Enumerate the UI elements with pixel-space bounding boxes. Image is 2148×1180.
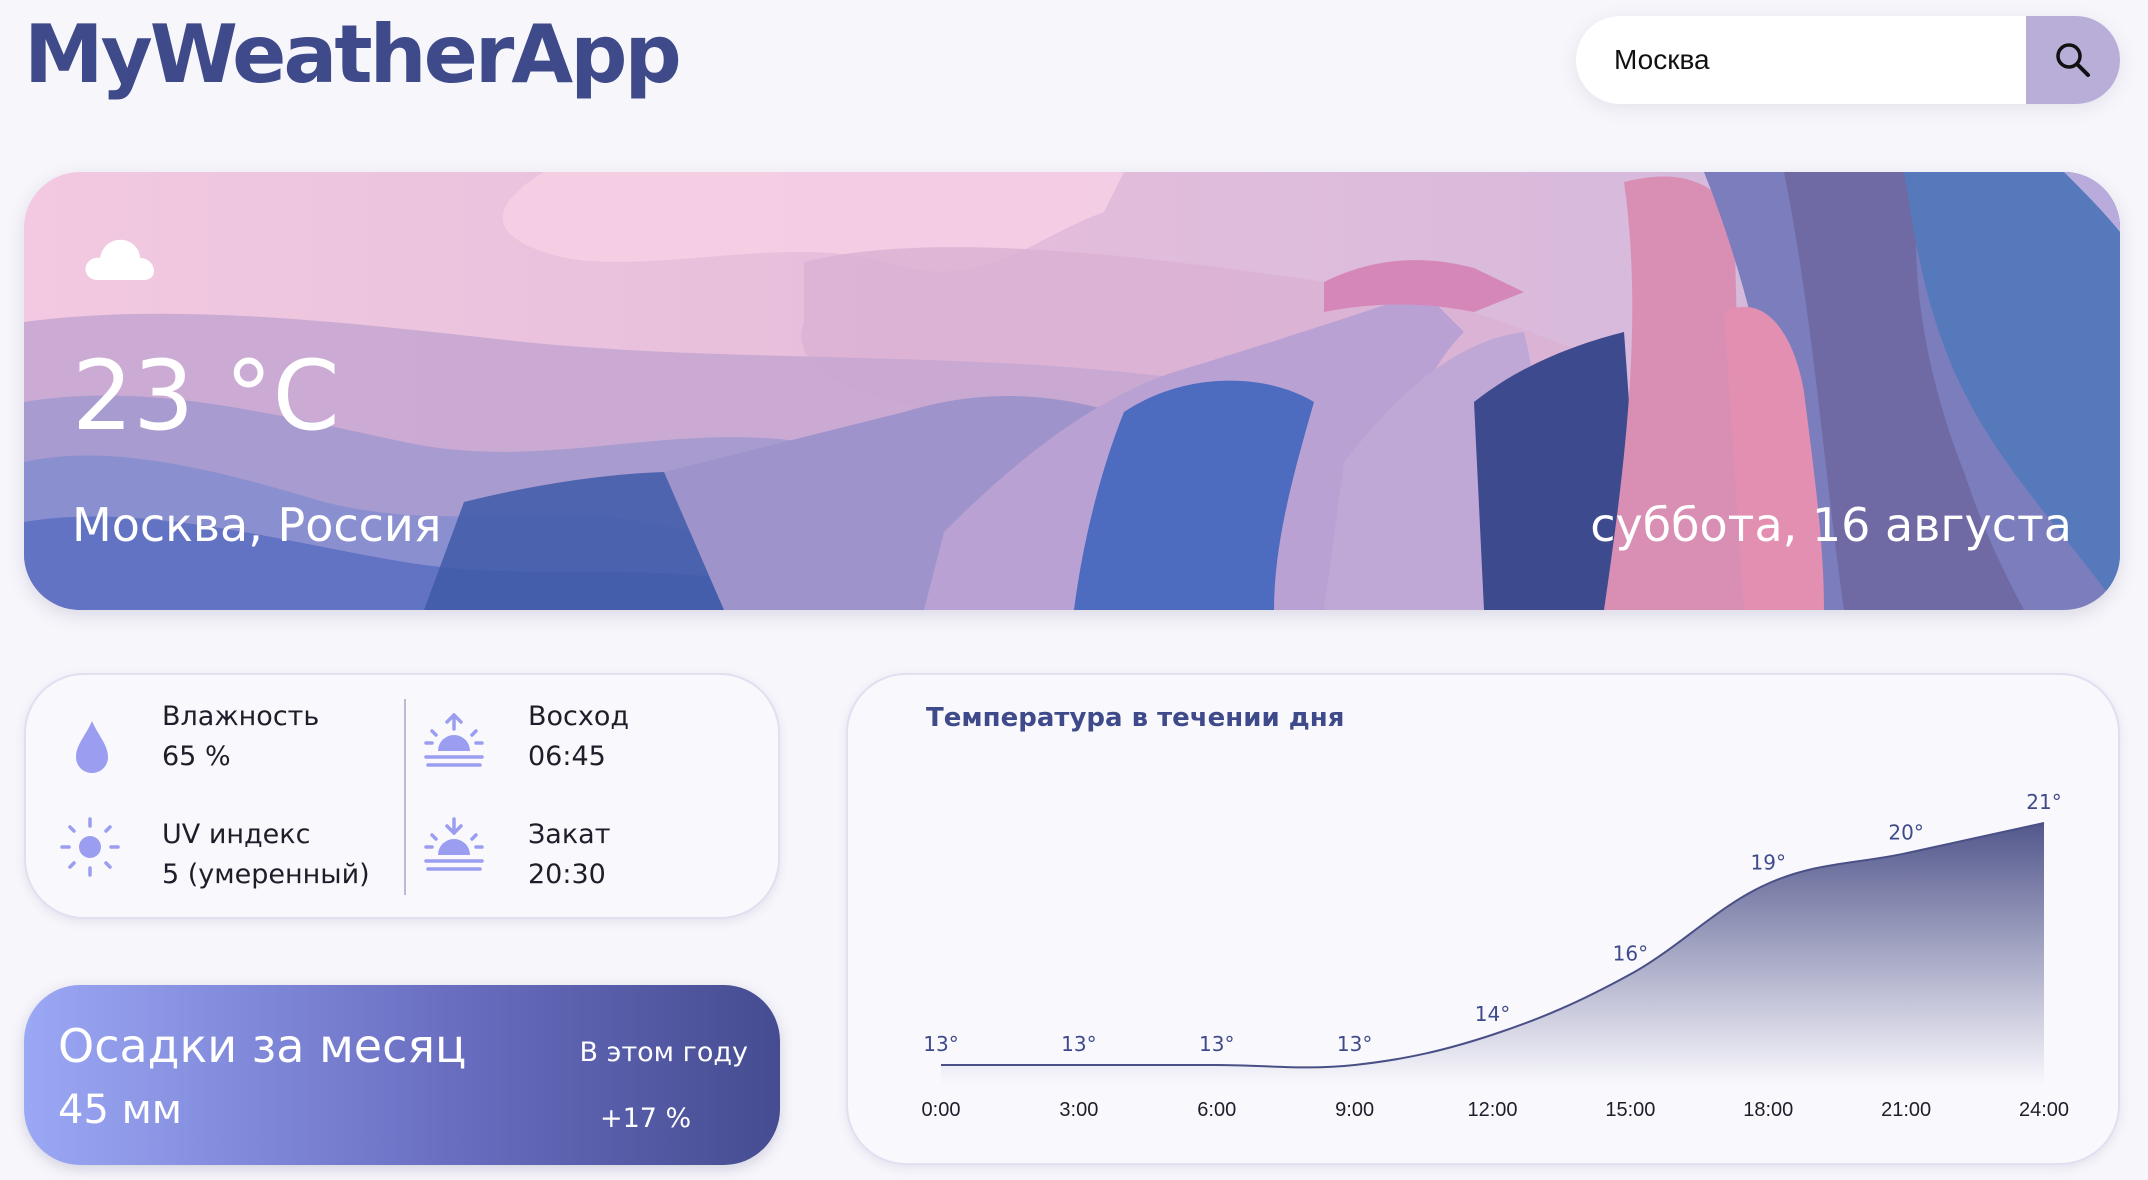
x-tick-label: 3:00 bbox=[1059, 1099, 1098, 1121]
precipitation-value: 45 мм bbox=[58, 1087, 182, 1133]
weather-details-card: Влажность 65 % UV индекс 5 (умеренный) В… bbox=[24, 673, 780, 919]
water-drop-icon bbox=[76, 721, 108, 773]
data-label: 21° bbox=[2026, 790, 2061, 814]
current-temperature: 23 °C bbox=[72, 340, 340, 452]
location-name: Москва, Россия bbox=[72, 498, 442, 552]
precipitation-title: Осадки за месяц bbox=[58, 1019, 467, 1073]
data-label: 13° bbox=[1061, 1032, 1096, 1056]
sunrise-label: Восход bbox=[528, 701, 630, 732]
search-icon bbox=[2056, 43, 2090, 77]
sun-icon bbox=[60, 817, 120, 877]
current-date: суббота, 16 августа bbox=[1590, 498, 2072, 552]
search-input[interactable] bbox=[1576, 16, 2026, 104]
x-tick-label: 12:00 bbox=[1467, 1099, 1517, 1121]
temperature-chart-card: Температура в течении дня 13° 0:00 13° 3:00… bbox=[846, 673, 2120, 1165]
uv-value: 5 (умеренный) bbox=[162, 859, 370, 890]
humidity-label: Влажность bbox=[162, 701, 320, 732]
data-label: 13° bbox=[1337, 1032, 1372, 1056]
uv-label: UV индекс bbox=[162, 819, 311, 850]
data-label: 19° bbox=[1751, 851, 1786, 875]
precipitation-year-change: +17 % bbox=[600, 1103, 692, 1134]
x-tick-label: 21:00 bbox=[1881, 1099, 1931, 1121]
x-tick-label: 9:00 bbox=[1335, 1099, 1374, 1121]
current-weather-card: 23 °C Москва, Россия суббота, 16 августа bbox=[24, 172, 2120, 610]
data-label: 16° bbox=[1613, 941, 1648, 965]
precipitation-card: Осадки за месяц 45 мм В этом году +17 % bbox=[24, 985, 780, 1165]
sunrise-icon bbox=[424, 713, 484, 767]
x-tick-label: 24:00 bbox=[2019, 1099, 2069, 1121]
x-tick-label: 0:00 bbox=[922, 1099, 961, 1121]
x-tick-label: 18:00 bbox=[1743, 1099, 1793, 1121]
sunset-value: 20:30 bbox=[528, 859, 606, 890]
temperature-chart: 13° 0:00 13° 3:00 13° 6:00 13° 9:00 14° 12:00 16° 1… bbox=[922, 790, 2070, 1121]
sunset-icon bbox=[424, 817, 484, 871]
search-button[interactable] bbox=[2026, 16, 2120, 104]
details-divider bbox=[404, 699, 406, 895]
x-tick-label: 6:00 bbox=[1197, 1099, 1236, 1121]
data-label: 13° bbox=[923, 1032, 958, 1056]
app-title: MyWeatherApp bbox=[24, 8, 682, 101]
data-label: 13° bbox=[1199, 1032, 1234, 1056]
sunrise-value: 06:45 bbox=[528, 741, 606, 772]
precipitation-year-label: В этом году bbox=[579, 1037, 748, 1068]
search-bar bbox=[1576, 16, 2120, 104]
x-tick-label: 15:00 bbox=[1605, 1099, 1655, 1121]
cloud-icon bbox=[85, 239, 154, 280]
humidity-value: 65 % bbox=[162, 741, 231, 772]
data-label: 14° bbox=[1475, 1002, 1510, 1026]
temperature-area bbox=[941, 823, 2044, 1085]
data-label: 20° bbox=[1888, 820, 1923, 844]
sunset-label: Закат bbox=[528, 819, 611, 850]
